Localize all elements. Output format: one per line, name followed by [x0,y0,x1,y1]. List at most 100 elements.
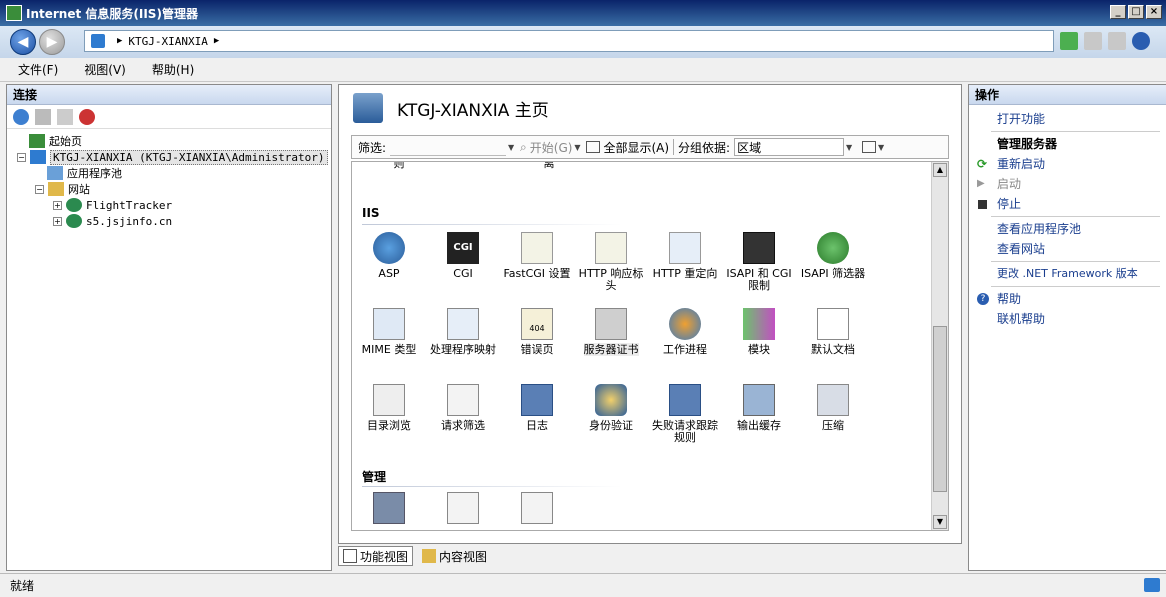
menu-view[interactable]: 视图(V) [80,59,130,80]
feature-cgi[interactable]: CGI CGI [426,232,500,280]
certificate-icon [595,308,627,340]
tree-item[interactable]: + s5.jsjinfo.cn [17,213,331,229]
isapi-restrictions-icon [743,232,775,264]
cgi-icon: CGI [447,232,479,264]
feature-output-caching[interactable]: 输出缓存 [722,384,796,432]
action-restart[interactable]: ⟳ 重新启动 [969,154,1166,174]
home-icon[interactable] [1108,32,1126,50]
stop-icon[interactable] [1084,32,1102,50]
expand-icon[interactable]: + [53,200,62,210]
feature-http-headers[interactable]: HTTP 响应标头 [574,232,648,292]
output-caching-icon [743,384,775,416]
forward-button[interactable]: ▶ [39,29,65,55]
feature-compression[interactable]: 压缩 [796,384,870,432]
title-bar: Internet 信息服务(IIS)管理器 _ □ × [0,0,1166,26]
breadcrumb-server[interactable]: KTGJ-XIANXIA [128,35,207,48]
action-online-help[interactable]: 联机帮助 [969,309,1166,329]
up-icon[interactable] [57,108,73,125]
asp-icon [373,232,405,264]
feature-fastcgi[interactable]: FastCGI 设置 [500,232,574,280]
view-mode-icon[interactable] [862,141,877,153]
feature-isapi-cgi[interactable]: ISAPI 和 CGI 限制 [722,232,796,292]
disconnect-icon[interactable] [79,108,95,125]
feature-configuration-editor[interactable] [426,492,500,528]
feature-label[interactable]: 则 [362,162,436,170]
section-divider [362,224,622,225]
globe-icon [66,198,82,212]
feature-directory-browsing[interactable]: 目录浏览 [352,384,426,432]
separator [673,139,675,155]
isapi-filters-icon [817,232,849,264]
group-by-select[interactable]: 区域 [734,138,845,156]
back-button[interactable]: ◀ [10,29,36,55]
action-view-sites[interactable]: 查看网站 [969,239,1166,259]
globe-icon [66,214,82,228]
tree-item[interactable]: − KTGJ-XIANXIA (KTGJ-XIANXIA\Administrat… [17,149,331,165]
feature-http-redirect[interactable]: HTTP 重定向 [648,232,722,280]
feature-worker-processes[interactable]: 工作进程 [648,308,722,356]
close-button[interactable]: × [1146,5,1162,19]
feature-grid: 则 离 IIS ASP CGI CGI FastCGI 设置 HTTP 响应标头… [351,161,949,531]
feature-server-certificates[interactable]: 服务器证书 [574,308,648,356]
menu-help[interactable]: 帮助(H) [148,59,198,80]
feature-failed-request-tracing[interactable]: 失败请求跟踪规则 [648,384,722,444]
action-stop[interactable]: 停止 [969,194,1166,214]
chevron-down-icon[interactable]: ▼ [572,143,582,152]
chevron-down-icon[interactable]: ▼ [844,143,854,152]
navigation-bar: ◀ ▶ ▶ KTGJ-XIANXIA ▶ [0,26,1166,58]
filter-input[interactable] [390,138,507,156]
feature-management-service[interactable] [352,492,426,528]
feature-isapi-filters[interactable]: ISAPI 筛选器 [796,232,870,280]
scroll-down-icon[interactable]: ▼ [933,515,947,529]
window-title: Internet 信息服务(IIS)管理器 [26,6,198,21]
feature-default-document[interactable]: 默认文档 [796,308,870,356]
feature-error-pages[interactable]: 404 错误页 [500,308,574,356]
tab-features-view[interactable]: 功能视图 [338,546,414,566]
feature-handler-mappings[interactable]: 处理程序映射 [426,308,500,356]
logging-icon [521,384,553,416]
tree-item[interactable]: 起始页 [17,133,331,149]
redirect-icon [669,232,701,264]
feature-modules[interactable]: 模块 [722,308,796,356]
action-view-app-pools[interactable]: 查看应用程序池 [969,219,1166,239]
action-start[interactable]: ▶ 启动 [969,174,1166,194]
scroll-up-icon[interactable]: ▲ [933,163,947,177]
help-icon[interactable] [1132,32,1150,50]
refresh-icon[interactable] [1060,32,1078,50]
tree-item[interactable]: 应用程序池 [17,165,331,181]
chevron-down-icon[interactable]: ▼ [876,143,886,152]
show-all-button[interactable]: 全部显示(A) [603,139,669,156]
feature-logging[interactable]: 日志 [500,384,574,432]
tab-content-view[interactable]: 内容视图 [417,546,492,566]
chevron-down-icon[interactable]: ▼ [506,143,516,152]
feature-request-filtering[interactable]: 请求筛选 [426,384,500,432]
iis-app-icon [6,5,22,21]
authentication-icon [595,384,627,416]
action-help[interactable]: ? 帮助 [969,289,1166,309]
action-open-feature[interactable]: 打开功能 [969,109,1166,129]
maximize-button[interactable]: □ [1128,5,1144,19]
collapse-icon[interactable]: − [35,184,44,194]
feature-label[interactable]: 离 [512,162,586,170]
feature-shared-configuration[interactable] [500,492,574,528]
save-icon[interactable] [35,108,51,125]
breadcrumb-arrow-icon[interactable]: ▶ [214,36,219,46]
minimize-button[interactable]: _ [1110,5,1126,19]
collapse-icon[interactable]: − [17,152,26,162]
feature-mime[interactable]: MIME 类型 [352,308,426,356]
feature-authentication[interactable]: 身份验证 [574,384,648,432]
feature-asp[interactable]: ASP [352,232,426,280]
vertical-scrollbar[interactable]: ▲ ▼ [931,162,948,530]
connections-panel: 连接 起始页 − KTGJ-XIANXIA (KTGJ-XIANXIA\Admi… [6,84,332,571]
sites-folder-icon [48,182,64,196]
tree-item[interactable]: − 网站 [17,181,331,197]
address-bar[interactable]: ▶ KTGJ-XIANXIA ▶ [84,30,1054,52]
menu-file[interactable]: 文件(F) [14,59,62,80]
action-change-dotnet-version[interactable]: 更改 .NET Framework 版本 [969,264,1166,284]
start-filter-button[interactable]: 开始(G) [530,139,573,156]
connect-icon[interactable] [13,108,29,125]
scroll-thumb[interactable] [933,326,947,492]
tree-item[interactable]: + FlightTracker [17,197,331,213]
breadcrumb-arrow-icon: ▶ [117,36,123,46]
expand-icon[interactable]: + [53,216,62,226]
